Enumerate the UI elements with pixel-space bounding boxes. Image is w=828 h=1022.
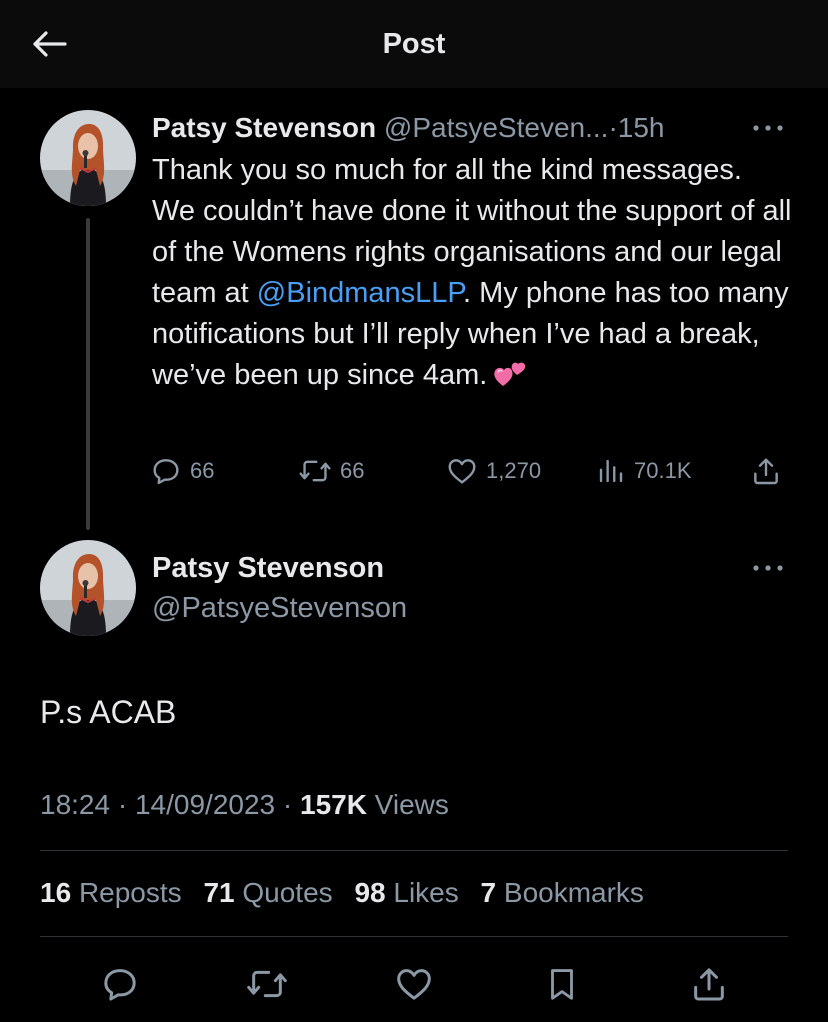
more-options-button[interactable] [750,556,786,580]
share-button[interactable] [750,451,790,491]
heart-icon [397,969,431,1000]
profile-photo-icon [40,540,136,636]
reply-icon [153,459,179,485]
bookmarks-count: 7 [480,877,497,908]
divider [40,936,788,937]
repost-count: 66 [340,458,365,483]
top-bar: Post [0,0,828,88]
views-label: Views [374,789,449,820]
repost-button[interactable] [241,958,293,1010]
likes-label: Likes [393,877,459,908]
avatar[interactable] [40,110,136,206]
likes-count: 98 [354,877,386,908]
tweet-timestamp-views: 18:24 · 14/09/2023 · 157K Views [40,784,449,826]
reposts-label: Reposts [78,877,182,908]
heart-icon [448,459,476,484]
likes-stat[interactable]: 98 Likes [354,877,458,908]
like-button[interactable] [388,958,440,1010]
reply-button[interactable]: 66 [150,451,214,491]
author-name[interactable]: Patsy Stevenson [152,548,384,588]
more-horizontal-icon [753,125,783,131]
bookmarks-stat[interactable]: 7 Bookmarks [481,877,644,908]
separator-dot: · [608,112,618,143]
page-title: Post [382,28,446,60]
quotes-stat[interactable]: 71 Quotes [203,877,332,908]
like-button[interactable]: 1,270 [446,451,541,491]
reposts-count: 16 [40,877,72,908]
repost-button[interactable]: 66 [298,451,364,491]
author-handle[interactable]: @PatsyeSteven... [384,112,609,143]
more-horizontal-icon [753,565,783,571]
separator-dot: · [282,789,293,820]
more-options-button[interactable] [750,116,786,140]
reply-count: 66 [190,458,215,483]
author-handle[interactable]: @PatsyeStevenson [152,588,407,628]
views-count: 157K [300,789,367,820]
tweet-text: Thank you so much for all the kind messa… [152,150,792,396]
divider [40,850,788,851]
separator-dot: · [117,789,128,820]
tweet-time[interactable]: 15h [618,112,665,143]
tweet-actions: 66 66 1,270 70.1K [150,451,790,491]
quotes-label: Quotes [242,877,333,908]
tweet-date[interactable]: 14/09/2023 [135,789,275,820]
reposts-stat[interactable]: 16 Reposts [40,877,182,908]
thread-connector-line [86,218,90,530]
views-count: 70.1K [634,458,692,483]
profile-photo-icon [40,110,136,206]
tweet-header: Patsy Stevenson @PatsyeSteven...·15h [152,108,788,148]
repost-icon [299,460,331,482]
engagement-stats: 16 Reposts 71 Quotes 98 Likes 7 Bookmark… [40,872,658,914]
reply-icon [104,969,136,1001]
quotes-count: 71 [203,877,235,908]
reply-button[interactable] [94,958,146,1010]
bookmark-button[interactable] [536,958,588,1010]
tweet-action-bar [40,958,788,1010]
avatar[interactable] [40,540,136,636]
two-hearts-emoji [494,362,526,386]
bookmark-icon [551,969,573,1000]
mention-link[interactable]: @BindmansLLP [257,277,463,309]
tweet-text: P.s ACAB [40,694,177,730]
share-icon [754,458,778,485]
views-button[interactable]: 70.1K [596,451,692,491]
tweet-time[interactable]: 18:24 [40,789,110,820]
repost-icon [247,970,287,998]
author-name[interactable]: Patsy Stevenson [152,112,376,143]
share-icon [694,968,724,1001]
bookmarks-label: Bookmarks [503,877,644,908]
like-count: 1,270 [486,458,542,483]
share-button[interactable] [683,958,735,1010]
analytics-icon [599,459,623,483]
